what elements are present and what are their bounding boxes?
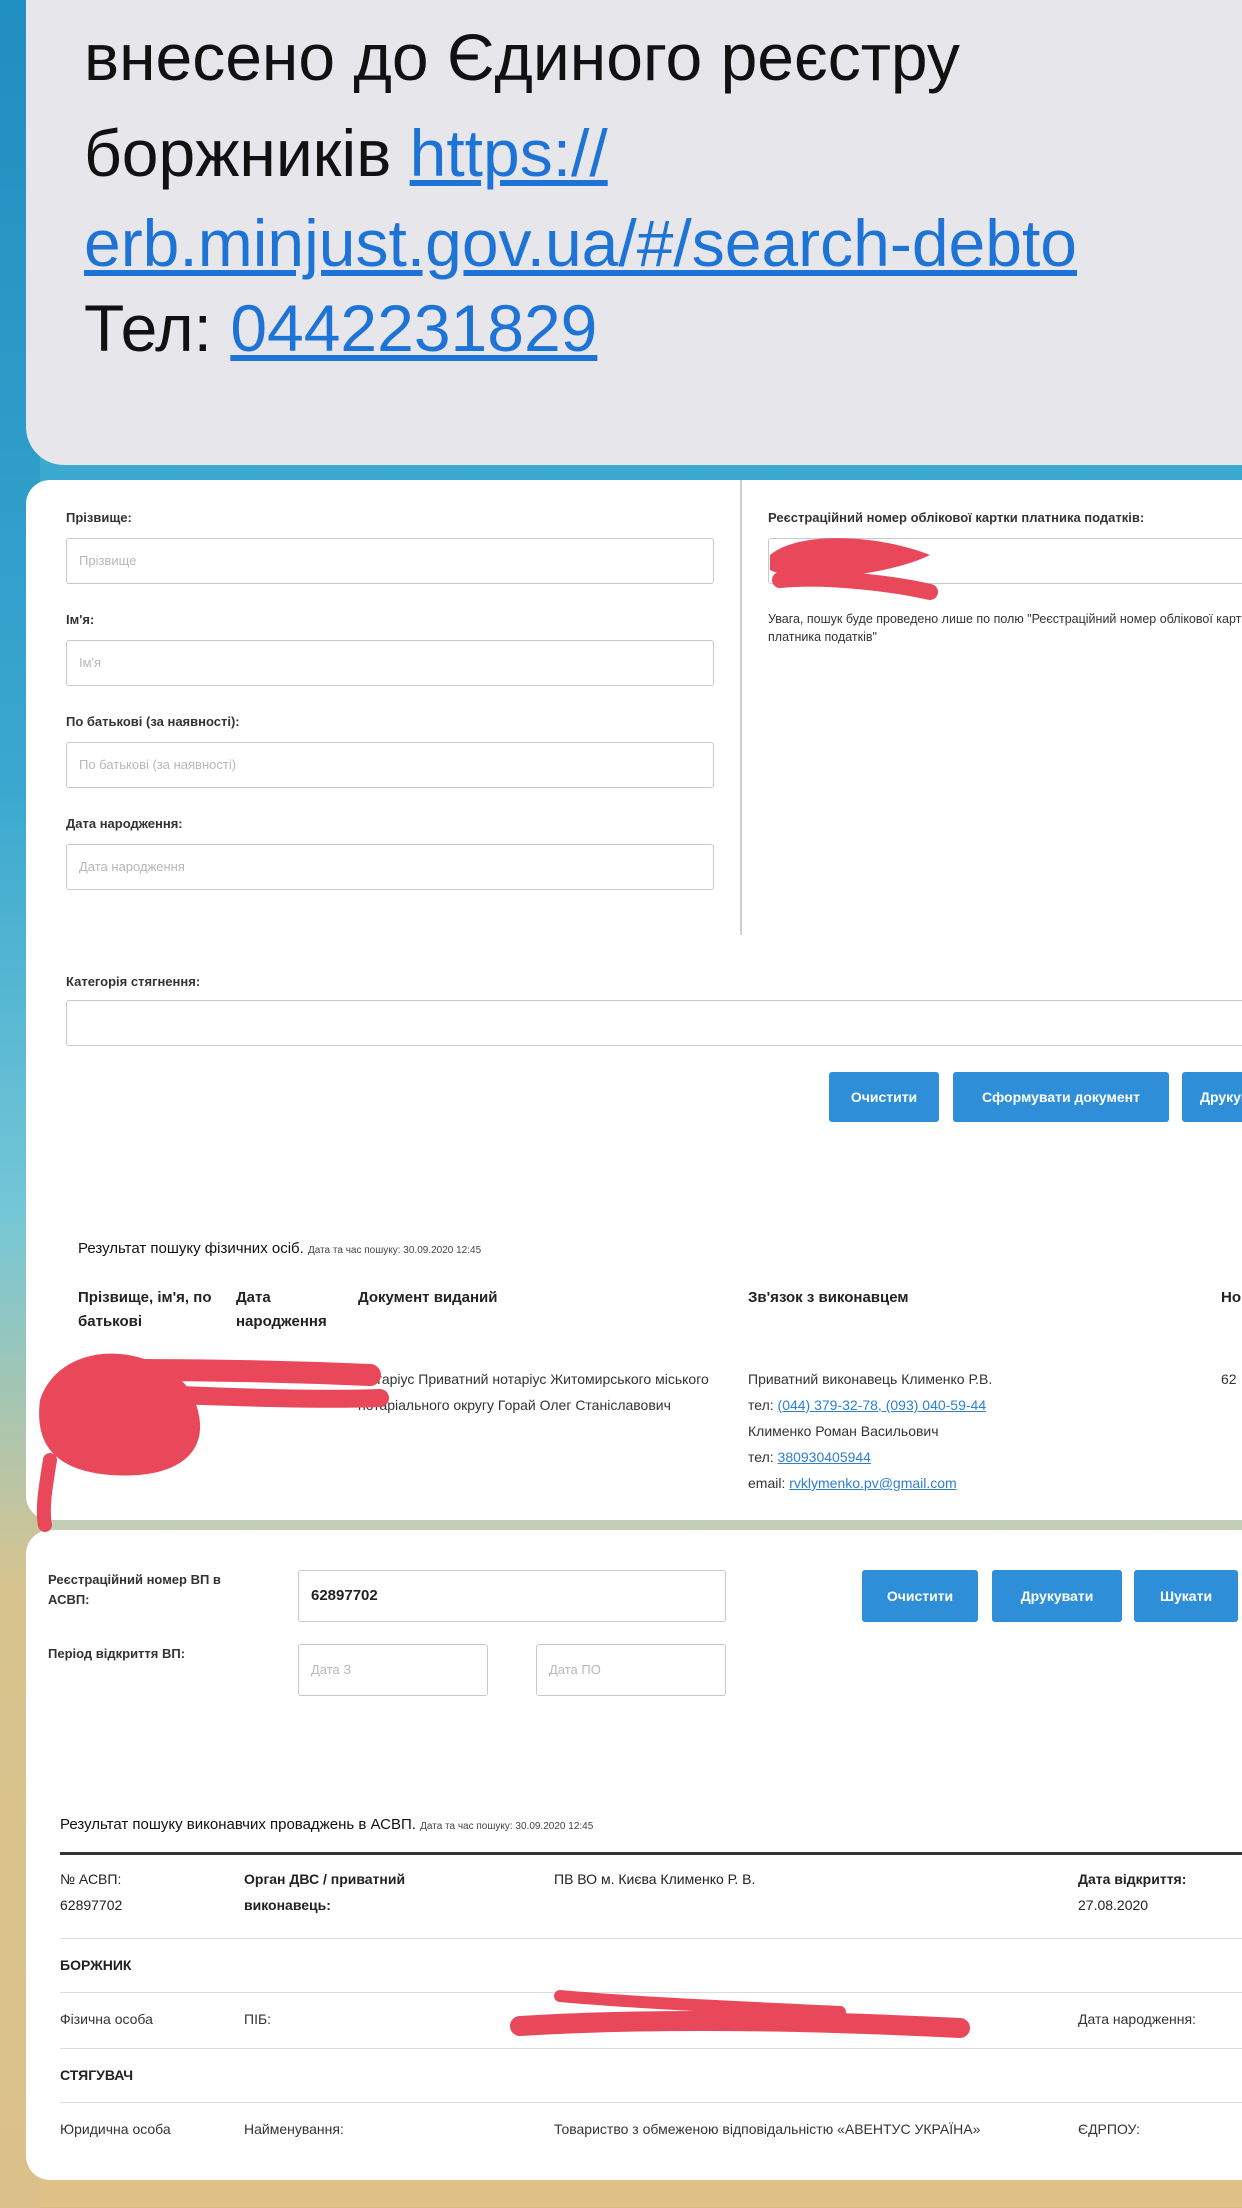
debtor-heading: БОРЖНИК — [60, 1957, 132, 1973]
category-select[interactable] — [66, 1000, 1242, 1046]
category-label: Категорія стягнення: — [66, 974, 201, 989]
message-bubble: внесено до Єдиного реєстру боржників htt… — [26, 0, 1242, 465]
tax-number-input[interactable] — [768, 538, 1242, 584]
col-header-birthdate: Дата народження — [236, 1289, 327, 1330]
col-header-document: Документ виданий — [358, 1289, 498, 1306]
surname-label: Прізвище: — [66, 510, 132, 525]
row-divider — [60, 1992, 1242, 1993]
message-line-1: внесено до Єдиного реєстру — [84, 20, 960, 94]
contact-cell: Приватний виконавець Клименко Р.В. тел: … — [748, 1366, 1168, 1496]
persons-result-title: Результат пошуку фізичних осіб. — [78, 1240, 304, 1257]
asvp-number-cell: № АСВП: 62897702 — [60, 1866, 122, 1918]
period-label: Період відкриття ВП: — [48, 1646, 186, 1661]
debtor-registry-link-part1[interactable]: https:// — [410, 116, 608, 190]
document-issued-cell: Нотаріус Приватний нотаріус Житомирськог… — [358, 1371, 709, 1413]
asvp-search-panel: Реєстраційний номер ВП в АСВП: 62897702 … — [26, 1530, 1242, 2180]
patronymic-input[interactable]: По батькові (за наявності) — [66, 742, 714, 788]
column-divider — [740, 480, 742, 935]
message-text: боржників — [84, 116, 410, 190]
debtor-name-label: ПІБ: — [244, 2011, 272, 2027]
number-cell: 62 — [1221, 1371, 1237, 1387]
clear-button[interactable]: Очистити — [829, 1072, 939, 1122]
result-top-rule — [60, 1852, 1242, 1855]
creditor-code-label: ЄДРПОУ: — [1078, 2121, 1141, 2137]
name-input[interactable]: Ім'я — [66, 640, 714, 686]
generate-document-button[interactable]: Сформувати документ — [953, 1072, 1169, 1122]
persons-search-datetime: Дата та час пошуку: 30.09.2020 12:45 — [307, 1245, 482, 1256]
phone-prefix: тел: — [748, 1397, 778, 1413]
birthdate-label: Дата народження: — [66, 816, 183, 831]
asvp-search-datetime: Дата та час пошуку: 30.09.2020 12:45 — [420, 1821, 594, 1832]
contact-phone-line-2: тел: 380930405944 — [748, 1444, 1168, 1470]
patronymic-label: По батькові (за наявності): — [66, 714, 240, 729]
contact-phone-line-1: тел: (044) 379-32-78, (093) 040-59-44 — [748, 1392, 1168, 1418]
reg-number-input[interactable]: 62897702 — [298, 1570, 726, 1622]
contact-executor: Приватний виконавець Клименко Р.В. — [748, 1371, 993, 1387]
reg-number-label: Реєстраційний номер ВП в АСВП: — [48, 1572, 221, 1607]
phone-link[interactable]: 0442231829 — [230, 291, 597, 365]
date-to-input[interactable]: Дата ПО — [536, 1644, 726, 1696]
debtor-registry-link-part2[interactable]: erb.minjust.gov.ua/#/search-debto — [84, 206, 1077, 280]
contact-phone-2[interactable]: 380930405944 — [778, 1449, 871, 1465]
col-header-name: Прізвище, ім'я, по батькові — [78, 1289, 212, 1330]
contact-person: Клименко Роман Васильович — [748, 1423, 939, 1439]
creditor-heading: СТЯГУВАЧ — [60, 2067, 134, 2083]
asvp-print-button[interactable]: Друкувати — [992, 1570, 1122, 1622]
creditor-name-label: Найменування: — [244, 2121, 344, 2137]
contact-email-line: email: rvklymenko.pv@gmail.com — [748, 1470, 1168, 1496]
row-divider — [60, 2048, 1242, 2049]
col-header-number: Но — [1221, 1289, 1241, 1306]
asvp-result-title: Результат пошуку виконавчих проваджень в… — [60, 1816, 416, 1833]
contact-email[interactable]: rvklymenko.pv@gmail.com — [789, 1475, 956, 1491]
asvp-result-caption: Результат пошуку виконавчих проваджень в… — [60, 1816, 593, 1833]
date-from-input[interactable]: Дата З — [298, 1644, 488, 1696]
print-button[interactable]: Друкувати — [1182, 1072, 1242, 1122]
col-header-contact: Зв'язок з виконавцем — [748, 1289, 909, 1306]
asvp-number-value: 62897702 — [60, 1897, 123, 1913]
message-line-3: erb.minjust.gov.ua/#/search-debto — [84, 210, 1077, 276]
persons-result-caption: Результат пошуку фізичних осіб. Дата та … — [78, 1240, 481, 1257]
debtor-birthdate-label: Дата народження: — [1078, 2011, 1196, 2027]
creditor-name-value: Товариство з обмеженою відповідальністю … — [554, 2121, 981, 2137]
row-divider — [60, 2102, 1242, 2103]
surname-input[interactable]: Прізвище — [66, 538, 714, 584]
tax-number-label: Реєстраційний номер облікової картки пла… — [768, 510, 1145, 525]
open-date-value: 27.08.2020 — [1078, 1897, 1149, 1913]
name-label: Ім'я: — [66, 612, 95, 627]
creditor-type: Юридична особа — [60, 2121, 171, 2137]
asvp-clear-button[interactable]: Очистити — [862, 1570, 978, 1622]
tax-search-note: Увага, пошук буде проведено лише по полю… — [768, 612, 1242, 644]
organ-label: Орган ДВС / приватний виконавець: — [244, 1871, 406, 1913]
message-line-2: боржників https:// — [84, 120, 608, 186]
asvp-search-button[interactable]: Шукати — [1134, 1570, 1238, 1622]
open-date-label: Дата відкриття: — [1078, 1871, 1187, 1887]
debtor-search-panel: Прізвище: Прізвище Ім'я: Ім'я По батьков… — [26, 480, 1242, 1520]
phone-label: Тел: — [84, 291, 231, 365]
phone-prefix: тел: — [748, 1449, 778, 1465]
asvp-number-label: № АСВП: — [60, 1871, 122, 1887]
email-prefix: email: — [748, 1475, 790, 1491]
message-line-4: Тел: 0442231829 — [84, 295, 597, 361]
row-divider — [60, 1938, 1242, 1939]
open-date-cell: Дата відкриття: 27.08.2020 — [1078, 1866, 1186, 1918]
contact-phone-1[interactable]: (044) 379-32-78, (093) 040-59-44 — [778, 1397, 987, 1413]
debtor-type: Фізична особа — [60, 2011, 153, 2027]
birthdate-input[interactable]: Дата народження — [66, 844, 714, 890]
organ-value: ПВ ВО м. Києва Клименко Р. В. — [554, 1871, 756, 1887]
